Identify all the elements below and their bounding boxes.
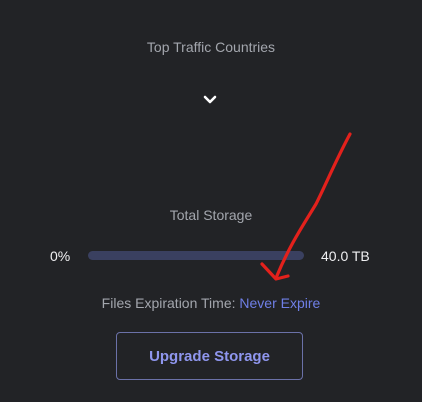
storage-used-percent: 0% <box>50 248 71 264</box>
storage-section-title: Total Storage <box>169 207 253 223</box>
files-expiration-label: Files Expiration Time: <box>101 295 236 311</box>
files-expiration-value[interactable]: Never Expire <box>239 295 320 311</box>
upgrade-storage-button[interactable]: Upgrade Storage <box>116 332 303 380</box>
traffic-section-title: Top Traffic Countries <box>146 39 276 55</box>
chevron-down-icon <box>203 95 217 104</box>
files-expiration: Files Expiration Time: Never Expire <box>0 295 422 311</box>
expand-traffic-toggle[interactable] <box>199 89 221 111</box>
storage-progress-bar <box>88 251 304 260</box>
storage-total: 40.0 TB <box>321 248 370 264</box>
storage-panel: Top Traffic Countries Total Storage 0% 4… <box>0 0 422 402</box>
storage-usage-row: 0% 40.0 TB <box>0 246 422 266</box>
